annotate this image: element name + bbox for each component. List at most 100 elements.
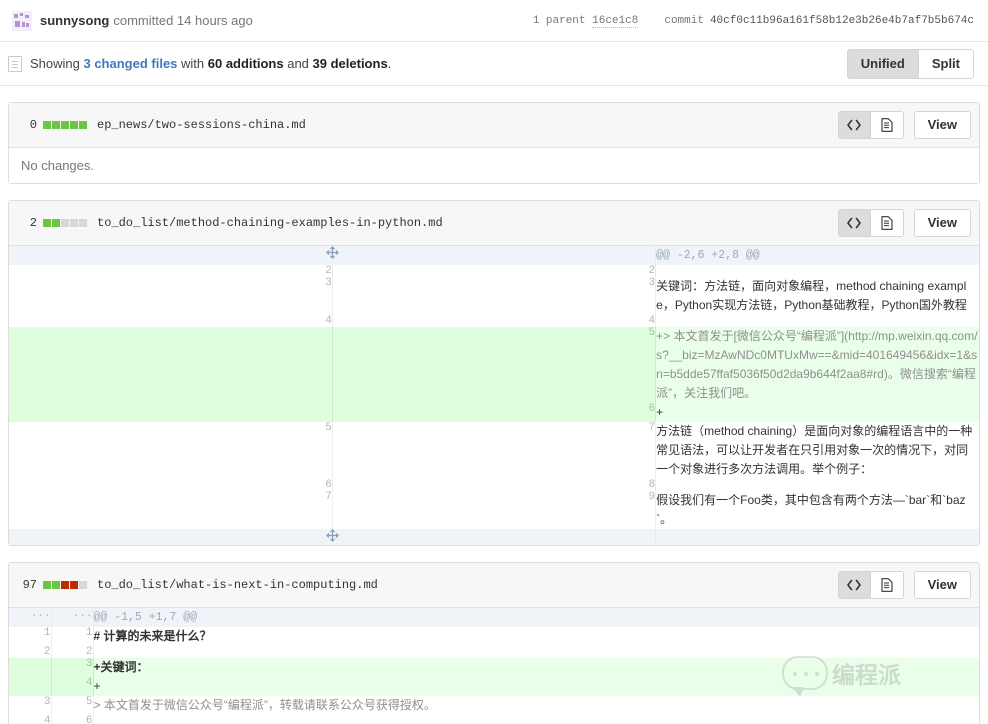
new-line-number[interactable]: 5	[332, 327, 657, 403]
diff-line-row: 6 8	[9, 479, 979, 491]
diff-line-row: 6 +	[9, 403, 979, 422]
diff-line-row: 7 9 假设我们有一个Foo类，其中包含有两个方法—`bar`和`baz`。	[9, 491, 979, 529]
diff-line-content	[93, 715, 979, 724]
and-text: and	[283, 56, 313, 71]
new-line-number[interactable]: 6	[332, 403, 657, 422]
new-line-number[interactable]: 4	[51, 677, 94, 696]
file-path[interactable]: ep_news/two-sessions-china.md	[97, 118, 306, 132]
new-line-number[interactable]: 9	[332, 491, 657, 529]
view-file-button[interactable]: View	[913, 571, 971, 599]
new-line-number[interactable]: 3	[332, 277, 657, 315]
new-line-number[interactable]: 2	[332, 265, 657, 277]
diffstat-count: 2	[29, 216, 37, 230]
diff-table: ... ... @@ -1,5 +1,7 @@ 1 1 # 计算的未来是什么？ …	[9, 608, 979, 724]
old-line-number[interactable]	[9, 403, 333, 422]
diff-line-content	[655, 315, 979, 327]
diff-line-row: 1 1 # 计算的未来是什么？	[9, 627, 979, 646]
code-view-icon[interactable]	[838, 112, 871, 138]
new-line-number[interactable]: 4	[332, 315, 657, 327]
file-diff-block: 97 to_do_list/what-is-next-in-computing.…	[8, 562, 980, 724]
diff-line-content	[93, 646, 979, 658]
file-path[interactable]: to_do_list/what-is-next-in-computing.md	[97, 578, 378, 592]
commit-sha-group: 1 parent 16ce1c8 commit 40cf0c11b96a161f…	[532, 14, 974, 28]
file-header: 2 to_do_list/method-chaining-examples-in…	[9, 201, 979, 246]
view-file-button[interactable]: View	[913, 209, 971, 237]
diff-line-content	[655, 265, 979, 277]
old-line-number[interactable]: 3	[9, 277, 333, 315]
deletions-count: 39 deletions	[312, 56, 388, 71]
period: .	[387, 56, 392, 71]
new-line-number[interactable]: 7	[332, 422, 657, 479]
additions-count: 60 additions	[207, 56, 284, 71]
user-avatar[interactable]	[12, 10, 32, 31]
diff-line-content: +> 本文首发于[微信公众号“编程派”](http://mp.weixin.qq…	[655, 327, 979, 403]
diff-line-row: 3 5 > 本文首发于微信公众号“编程派”，转载请联系公众号获得授权。	[9, 696, 979, 715]
diff-line-content: +关键词：	[93, 658, 979, 677]
file-actions: View	[837, 209, 971, 237]
diff-toolbar: Showing 3 changed files with 60 addition…	[0, 42, 988, 86]
with-text: with	[177, 56, 208, 71]
old-line-number[interactable]: 2	[9, 265, 333, 277]
diff-line-row: 3 +关键词：	[9, 658, 979, 677]
diffstat-blocks	[43, 219, 87, 227]
diff-line-content: 关键词：方法链，面向对象编程，method chaining example，P…	[655, 277, 979, 315]
blob-view-icon[interactable]	[870, 572, 903, 598]
old-line-number[interactable]: 5	[9, 422, 333, 479]
diff-line-content	[655, 479, 979, 491]
commit-diff-page: sunnysong committed 14 hours ago 1 paren…	[0, 0, 988, 724]
new-line-number[interactable]: 3	[51, 658, 94, 677]
file-diff-block: 2 to_do_list/method-chaining-examples-in…	[8, 200, 980, 546]
diff-line-content: +	[93, 677, 979, 696]
new-line-number[interactable]: 5	[51, 696, 94, 715]
new-line-number[interactable]: 2	[51, 646, 94, 658]
diff-line-content: 方法链（method chaining）是面向对象的编程语言中的一种常见语法，可…	[655, 422, 979, 479]
new-line-number[interactable]: 1	[51, 627, 94, 646]
parent-sha-link[interactable]: 16ce1c8	[592, 14, 639, 28]
hunk-header-text: @@ -2,6 +2,8 @@	[655, 246, 979, 265]
new-line-ellipsis: ...	[51, 608, 94, 627]
no-changes-message: No changes.	[9, 148, 979, 183]
old-line-number[interactable]: 2	[9, 646, 52, 658]
old-line-number[interactable]: 3	[9, 696, 52, 715]
file-view-mode-group	[837, 111, 904, 139]
expand-hunk-button[interactable]	[9, 246, 657, 265]
old-line-number[interactable]: 4	[9, 715, 52, 724]
diffstat-blocks	[43, 581, 87, 589]
diff-line-content: # 计算的未来是什么？	[93, 627, 979, 646]
diffstat-count: 97	[22, 578, 37, 592]
old-line-number[interactable]: 7	[9, 491, 333, 529]
view-file-button[interactable]: View	[913, 111, 971, 139]
changed-files-link[interactable]: 3 changed files	[83, 56, 177, 71]
code-view-icon[interactable]	[838, 572, 871, 598]
diffstat-blocks	[43, 121, 87, 129]
diff-table: @@ -2,6 +2,8 @@ 2 2 3 3 关键词：方法链，面向对象编程，m…	[9, 246, 979, 545]
blob-view-icon[interactable]	[870, 210, 903, 236]
expand-hunk-button[interactable]	[9, 529, 657, 545]
old-line-number[interactable]	[9, 658, 52, 677]
diff-summary-text: Showing 3 changed files with 60 addition…	[30, 56, 391, 71]
parent-label: 1 parent	[532, 14, 586, 27]
file-actions: View	[837, 111, 971, 139]
hunk-header-text: @@ -1,5 +1,7 @@	[93, 608, 979, 627]
commit-header-bar: sunnysong committed 14 hours ago 1 paren…	[0, 0, 988, 42]
old-line-number[interactable]	[9, 677, 52, 696]
split-view-button[interactable]: Split	[918, 49, 973, 78]
old-line-number[interactable]: 4	[9, 315, 333, 327]
new-line-number[interactable]: 6	[51, 715, 94, 724]
blob-view-icon[interactable]	[870, 112, 903, 138]
commit-author-name[interactable]: sunnysong	[40, 13, 109, 28]
old-line-number[interactable]	[9, 327, 333, 403]
diff-line-row: 2 2	[9, 265, 979, 277]
new-line-number[interactable]: 8	[332, 479, 657, 491]
commit-sha-value[interactable]: 40cf0c11b96a161f58b12e3b26e4b7af7b5b674c	[710, 15, 974, 27]
unified-view-button[interactable]: Unified	[847, 49, 919, 78]
hunk-header-row: ... ... @@ -1,5 +1,7 @@	[9, 608, 979, 627]
old-line-number[interactable]: 1	[9, 627, 52, 646]
file-view-mode-group	[837, 571, 904, 599]
file-path[interactable]: to_do_list/method-chaining-examples-in-p…	[97, 216, 443, 230]
diffstat-count: 0	[29, 118, 37, 132]
old-line-number[interactable]: 6	[9, 479, 333, 491]
file-diff-icon	[8, 55, 22, 72]
code-view-icon[interactable]	[838, 210, 871, 236]
diff-line-row: 4 4	[9, 315, 979, 327]
